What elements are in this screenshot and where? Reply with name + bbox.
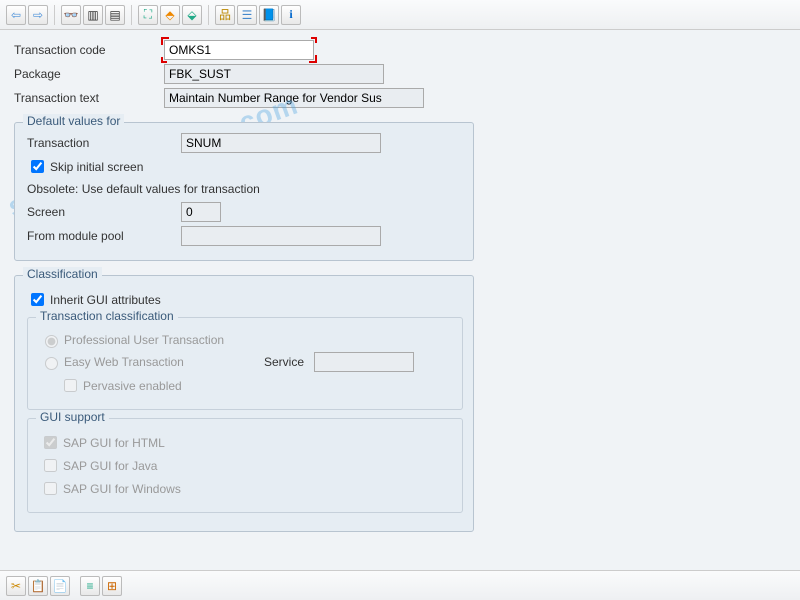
arrow-left-icon: ⇦ [11, 8, 21, 22]
transaction-code-label: Transaction code [14, 43, 164, 57]
transaction-classification-group: Transaction classification Professional … [27, 317, 463, 410]
paste-button[interactable]: 📄 [50, 576, 70, 596]
glasses-icon: 👓 [64, 8, 79, 22]
documentation-button[interactable]: 📘 [259, 5, 279, 25]
inherit-gui-checkbox[interactable] [31, 293, 44, 306]
gui-support-group: GUI support SAP GUI for HTML SAP GUI for… [27, 418, 463, 513]
grid-icon: ▥ [87, 8, 98, 22]
hierarchy-icon: 品 [219, 6, 231, 23]
easy-web-radio [45, 357, 58, 370]
toolbar-separator [131, 5, 132, 25]
select-all-icon: ≡ [86, 579, 93, 593]
display-button[interactable]: 👓 [61, 5, 81, 25]
deselect-icon: ⊞ [107, 579, 117, 593]
main-toolbar: ⇦ ⇨ 👓 ▥ ▤ ⛶ ⬘ ⬙ 品 ☰ 📘 i [0, 0, 800, 30]
select-all-button[interactable]: ≡ [80, 576, 100, 596]
service-field [314, 352, 414, 372]
gui-java-checkbox [44, 459, 57, 472]
content-area: saptables-online.com Transaction code Pa… [0, 30, 800, 570]
gui-html-label: SAP GUI for HTML [63, 436, 165, 450]
toolbar-separator [208, 5, 209, 25]
default-values-title: Default values for [23, 114, 124, 128]
back-button[interactable]: ⇦ [6, 5, 26, 25]
tool1-button[interactable]: ⛶ [138, 5, 158, 25]
transaction-field [181, 133, 381, 153]
toolbar-separator [54, 5, 55, 25]
default-values-group: Default values for Transaction Skip init… [14, 122, 474, 261]
hierarchy-button[interactable]: 品 [215, 5, 235, 25]
skip-initial-checkbox[interactable] [31, 160, 44, 173]
from-module-field [181, 226, 381, 246]
gui-windows-label: SAP GUI for Windows [63, 482, 181, 496]
gui-html-checkbox [44, 436, 57, 449]
tree-button[interactable]: ☰ [237, 5, 257, 25]
classification-group: Classification Inherit GUI attributes Tr… [14, 275, 474, 532]
transaction-text-field [164, 88, 424, 108]
node-icon: ⬘ [165, 8, 174, 22]
pervasive-label: Pervasive enabled [83, 379, 182, 393]
info-button[interactable]: i [281, 5, 301, 25]
cut-button[interactable]: ✂ [6, 576, 26, 596]
bottom-toolbar: ✂ 📋 📄 ≡ ⊞ [0, 570, 800, 600]
transaction-code-field[interactable] [164, 40, 314, 60]
list-button[interactable]: ▤ [105, 5, 125, 25]
deselect-button[interactable]: ⊞ [102, 576, 122, 596]
easy-web-label: Easy Web Transaction [64, 355, 264, 369]
skip-initial-label: Skip initial screen [50, 160, 143, 174]
package-field [164, 64, 384, 84]
classification-title: Classification [23, 267, 102, 281]
package-label: Package [14, 67, 164, 81]
professional-label: Professional User Transaction [64, 333, 224, 347]
paste-icon: 📄 [53, 579, 68, 593]
from-module-label: From module pool [27, 229, 181, 243]
tree-icon: ☰ [242, 8, 253, 22]
screen-label: Screen [27, 205, 181, 219]
forward-button[interactable]: ⇨ [28, 5, 48, 25]
tool2-button[interactable]: ⬘ [160, 5, 180, 25]
list-icon: ▤ [109, 8, 120, 22]
arrow-right-icon: ⇨ [33, 8, 43, 22]
screen-field [181, 202, 221, 222]
displaychange-button[interactable]: ▥ [83, 5, 103, 25]
node2-icon: ⬙ [187, 8, 196, 22]
professional-radio [45, 335, 58, 348]
gui-windows-checkbox [44, 482, 57, 495]
book-icon: 📘 [262, 8, 277, 22]
copy-button[interactable]: 📋 [28, 576, 48, 596]
gui-support-title: GUI support [36, 410, 109, 424]
cut-icon: ✂ [11, 579, 21, 593]
transaction-classification-title: Transaction classification [36, 309, 178, 323]
info-icon: i [289, 7, 292, 22]
transaction-text-label: Transaction text [14, 91, 164, 105]
inherit-gui-label: Inherit GUI attributes [50, 293, 161, 307]
box-icon: ⛶ [144, 7, 152, 22]
gui-java-label: SAP GUI for Java [63, 459, 157, 473]
transaction-label: Transaction [27, 136, 181, 150]
pervasive-checkbox [64, 379, 77, 392]
service-label: Service [264, 355, 314, 369]
obsolete-text: Obsolete: Use default values for transac… [27, 182, 463, 196]
copy-icon: 📋 [31, 579, 46, 593]
tool3-button[interactable]: ⬙ [182, 5, 202, 25]
